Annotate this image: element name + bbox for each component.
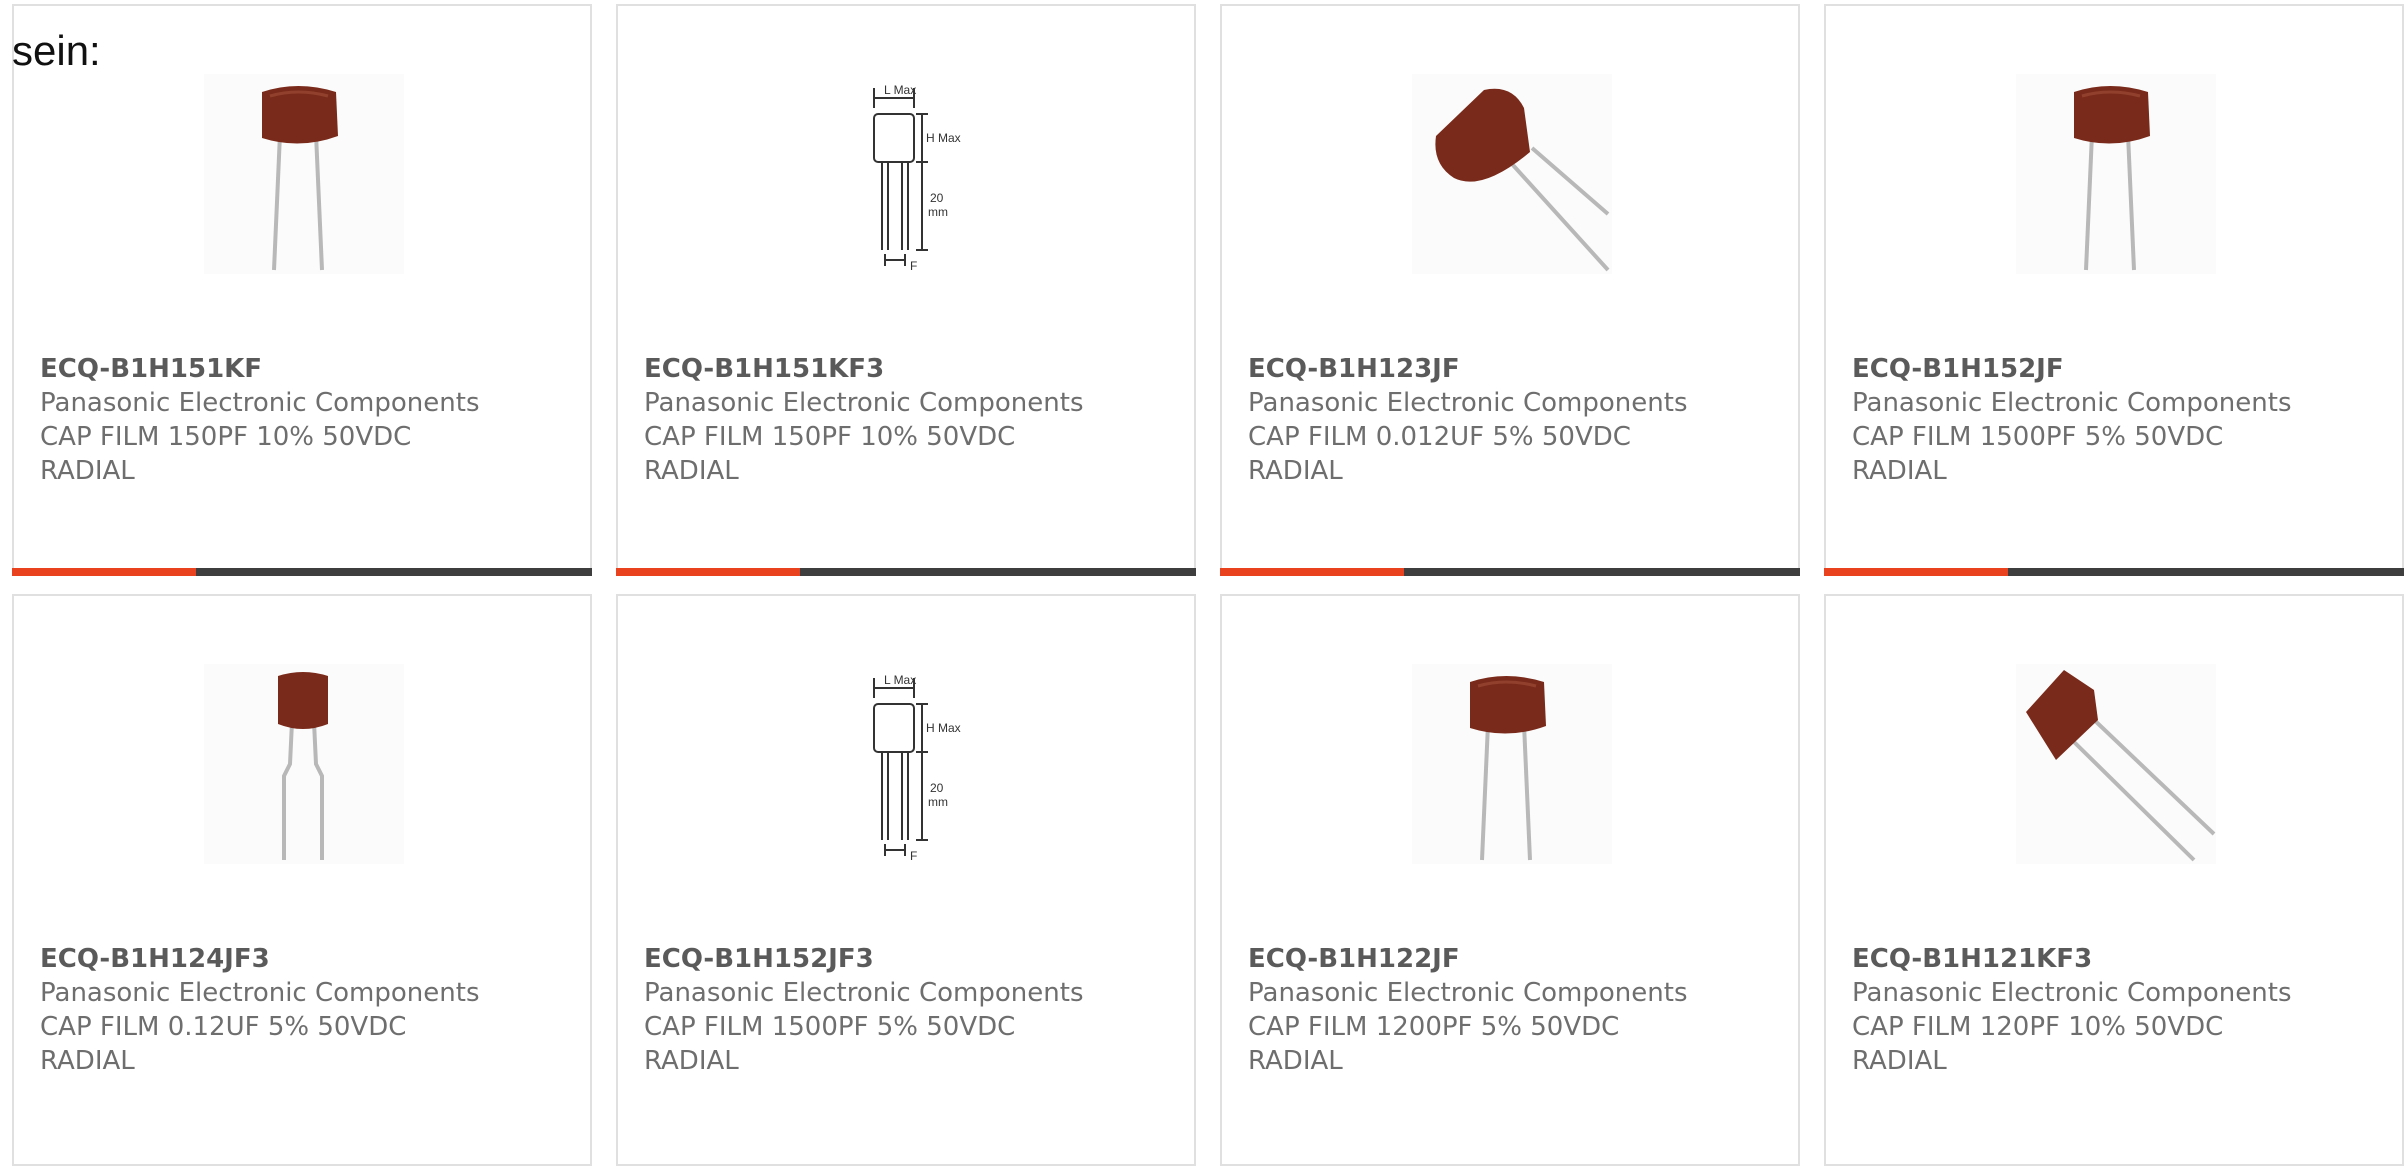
description-line-1: CAP FILM 120PF 10% 50VDC bbox=[1852, 1012, 2224, 1042]
part-number-link[interactable]: ECQ-B1H151KF bbox=[40, 352, 570, 386]
part-number-link[interactable]: ECQ-B1H152JF bbox=[1852, 352, 2382, 386]
part-number-link[interactable]: ECQ-B1H124JF3 bbox=[40, 942, 570, 976]
card-accent-segment bbox=[1220, 568, 1404, 576]
capacitor-image bbox=[2016, 74, 2216, 274]
product-image[interactable]: L Max H Max 20 mm F bbox=[808, 74, 1008, 274]
description-line-2: RADIAL bbox=[644, 456, 739, 486]
dimension-drawing-image: L Max H Max 20 mm F bbox=[808, 664, 1008, 864]
capacitor-image bbox=[2016, 664, 2216, 864]
product-info: ECQ-B1H123JF Panasonic Electronic Compon… bbox=[1248, 352, 1778, 488]
part-number-link[interactable]: ECQ-B1H122JF bbox=[1248, 942, 1778, 976]
product-card[interactable]: ECQ-B1H122JF Panasonic Electronic Compon… bbox=[1220, 594, 1800, 1166]
product-info: ECQ-B1H151KF3 Panasonic Electronic Compo… bbox=[644, 352, 1174, 488]
product-card[interactable]: ECQ-B1H151KF Panasonic Electronic Compon… bbox=[12, 4, 592, 576]
svg-text:mm: mm bbox=[928, 205, 948, 219]
description-line-1: CAP FILM 1500PF 5% 50VDC bbox=[644, 1012, 1016, 1042]
part-number-link[interactable]: ECQ-B1H151KF3 bbox=[644, 352, 1174, 386]
description-line-1: CAP FILM 150PF 10% 50VDC bbox=[40, 422, 412, 452]
product-info: ECQ-B1H122JF Panasonic Electronic Compon… bbox=[1248, 942, 1778, 1078]
product-image[interactable] bbox=[2016, 664, 2216, 864]
description-line-2: RADIAL bbox=[1248, 456, 1343, 486]
part-number-link[interactable]: ECQ-B1H152JF3 bbox=[644, 942, 1174, 976]
part-number-link[interactable]: ECQ-B1H123JF bbox=[1248, 352, 1778, 386]
description-line-2: RADIAL bbox=[40, 1046, 135, 1076]
description-line-2: RADIAL bbox=[1852, 456, 1947, 486]
capacitor-image bbox=[1412, 74, 1612, 274]
product-image[interactable] bbox=[204, 664, 404, 864]
svg-text:H Max: H Max bbox=[926, 131, 961, 145]
card-accent-segment bbox=[616, 568, 800, 576]
manufacturer: Panasonic Electronic Components bbox=[644, 388, 1084, 418]
product-image[interactable] bbox=[1412, 74, 1612, 274]
manufacturer: Panasonic Electronic Components bbox=[1852, 978, 2292, 1008]
product-info: ECQ-B1H152JF3 Panasonic Electronic Compo… bbox=[644, 942, 1174, 1078]
dimension-drawing-image: L Max H Max 20 mm F bbox=[808, 74, 1008, 274]
card-accent-segment bbox=[1824, 568, 2008, 576]
card-accent-bar bbox=[1220, 568, 1800, 576]
svg-text:L Max: L Max bbox=[884, 673, 916, 687]
product-info: ECQ-B1H152JF Panasonic Electronic Compon… bbox=[1852, 352, 2382, 488]
svg-text:20: 20 bbox=[930, 191, 944, 205]
manufacturer: Panasonic Electronic Components bbox=[1248, 978, 1688, 1008]
product-info: ECQ-B1H121KF3 Panasonic Electronic Compo… bbox=[1852, 942, 2382, 1078]
description-line-2: RADIAL bbox=[1248, 1046, 1343, 1076]
product-card[interactable]: L Max H Max 20 mm F ECQ-B1H151KF3 Panaso… bbox=[616, 4, 1196, 576]
description-line-1: CAP FILM 150PF 10% 50VDC bbox=[644, 422, 1016, 452]
product-info: ECQ-B1H124JF3 Panasonic Electronic Compo… bbox=[40, 942, 570, 1078]
product-card[interactable]: L Max H Max 20 mm F ECQ-B1H152JF3 Panaso… bbox=[616, 594, 1196, 1166]
manufacturer: Panasonic Electronic Components bbox=[1248, 388, 1688, 418]
capacitor-image bbox=[204, 74, 404, 274]
product-grid: ECQ-B1H151KF Panasonic Electronic Compon… bbox=[12, 4, 2405, 1166]
product-card[interactable]: ECQ-B1H124JF3 Panasonic Electronic Compo… bbox=[12, 594, 592, 1166]
product-card[interactable]: ECQ-B1H121KF3 Panasonic Electronic Compo… bbox=[1824, 594, 2404, 1166]
svg-text:mm: mm bbox=[928, 795, 948, 809]
product-image[interactable] bbox=[2016, 74, 2216, 274]
manufacturer: Panasonic Electronic Components bbox=[40, 978, 480, 1008]
part-number-link[interactable]: ECQ-B1H121KF3 bbox=[1852, 942, 2382, 976]
description-line-1: CAP FILM 1200PF 5% 50VDC bbox=[1248, 1012, 1620, 1042]
manufacturer: Panasonic Electronic Components bbox=[1852, 388, 2292, 418]
description-line-2: RADIAL bbox=[644, 1046, 739, 1076]
capacitor-image bbox=[1412, 664, 1612, 864]
capacitor-image bbox=[204, 664, 404, 864]
description-line-2: RADIAL bbox=[40, 456, 135, 486]
card-accent-bar bbox=[1824, 568, 2404, 576]
product-image[interactable]: L Max H Max 20 mm F bbox=[808, 664, 1008, 864]
product-card[interactable]: ECQ-B1H152JF Panasonic Electronic Compon… bbox=[1824, 4, 2404, 576]
product-image[interactable] bbox=[204, 74, 404, 274]
card-accent-bar bbox=[12, 568, 592, 576]
card-accent-segment bbox=[12, 568, 196, 576]
manufacturer: Panasonic Electronic Components bbox=[644, 978, 1084, 1008]
svg-text:20: 20 bbox=[930, 781, 944, 795]
svg-text:F: F bbox=[910, 259, 917, 273]
description-line-1: CAP FILM 1500PF 5% 50VDC bbox=[1852, 422, 2224, 452]
product-info: ECQ-B1H151KF Panasonic Electronic Compon… bbox=[40, 352, 570, 488]
card-accent-bar bbox=[616, 568, 1196, 576]
svg-text:L Max: L Max bbox=[884, 83, 916, 97]
svg-text:F: F bbox=[910, 849, 917, 863]
product-card[interactable]: ECQ-B1H123JF Panasonic Electronic Compon… bbox=[1220, 4, 1800, 576]
description-line-1: CAP FILM 0.012UF 5% 50VDC bbox=[1248, 422, 1631, 452]
manufacturer: Panasonic Electronic Components bbox=[40, 388, 480, 418]
svg-text:H Max: H Max bbox=[926, 721, 961, 735]
product-image[interactable] bbox=[1412, 664, 1612, 864]
description-line-1: CAP FILM 0.12UF 5% 50VDC bbox=[40, 1012, 407, 1042]
intro-text: sein: bbox=[12, 27, 101, 74]
description-line-2: RADIAL bbox=[1852, 1046, 1947, 1076]
